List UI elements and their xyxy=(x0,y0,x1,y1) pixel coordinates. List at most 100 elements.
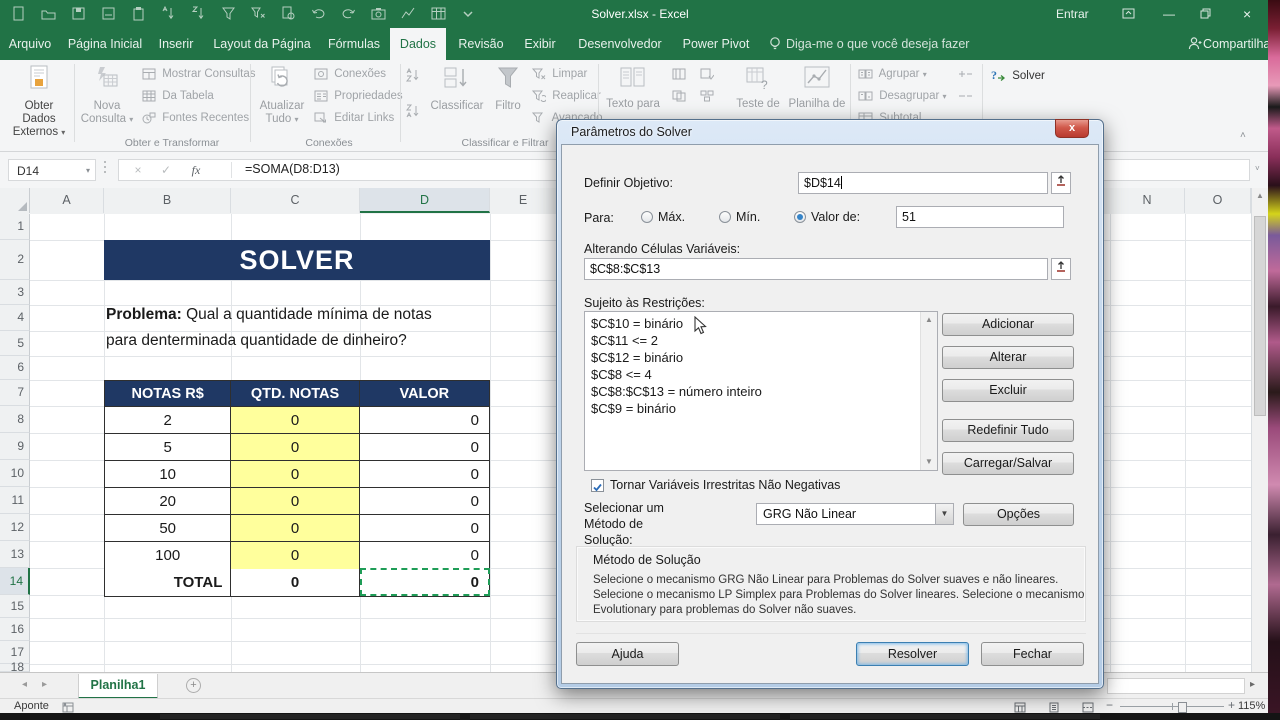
consolidate-icon[interactable] xyxy=(700,90,714,105)
remove-duplicates-icon[interactable] xyxy=(672,90,686,105)
restore-button[interactable] xyxy=(1200,8,1211,20)
change-button[interactable]: Alterar xyxy=(942,346,1074,369)
listbox-scroll-down-icon[interactable]: ▼ xyxy=(921,454,937,470)
row-header[interactable]: 1 xyxy=(0,214,30,240)
radio-value-of[interactable] xyxy=(794,211,806,223)
insert-function-icon[interactable]: fx xyxy=(185,160,207,180)
row-header[interactable]: 13 xyxy=(0,541,30,568)
column-header-a[interactable]: A xyxy=(30,188,104,213)
desagrupar-button[interactable]: Desagrupar ▾ xyxy=(858,90,947,105)
solve-button[interactable]: Resolver xyxy=(856,642,969,666)
dialog-close-button[interactable]: x xyxy=(1055,119,1089,138)
tab-layout[interactable]: Layout da Página xyxy=(206,28,318,60)
cell-qtd[interactable]: 0 xyxy=(231,515,360,542)
column-header-d[interactable]: D xyxy=(360,188,490,213)
help-button[interactable]: Ajuda xyxy=(576,642,679,666)
select-all-corner[interactable] xyxy=(0,188,30,213)
row-header[interactable]: 11 xyxy=(0,487,30,514)
tab-exibir[interactable]: Exibir xyxy=(516,28,564,60)
solver-button[interactable]: ? Solver xyxy=(990,68,1045,85)
row-header[interactable]: 6 xyxy=(0,356,30,380)
solver-banner-cell[interactable]: SOLVER xyxy=(104,240,490,280)
non-negative-label[interactable]: Tornar Variáveis Irrestritas Não Negativ… xyxy=(610,478,840,492)
tab-desenvolvedor[interactable]: Desenvolvedor xyxy=(570,28,670,60)
cell-nota[interactable]: 2 xyxy=(105,407,232,434)
options-button[interactable]: Opções xyxy=(963,503,1074,526)
reset-all-button[interactable]: Redefinir Tudo xyxy=(942,419,1074,442)
row-header[interactable]: 3 xyxy=(0,280,30,305)
column-header-e[interactable]: E xyxy=(490,188,557,213)
cell-nota[interactable]: 50 xyxy=(105,515,232,542)
header-notas[interactable]: NOTAS R$ xyxy=(105,381,232,407)
add-button[interactable]: Adicionar xyxy=(942,313,1074,336)
hscroll-right-icon[interactable]: ▸ xyxy=(1250,679,1255,690)
cancel-formula-icon[interactable]: × xyxy=(127,160,149,180)
non-negative-checkbox[interactable] xyxy=(591,479,604,492)
scrollbar-thumb[interactable] xyxy=(1254,216,1266,416)
zoom-slider[interactable] xyxy=(1120,702,1224,713)
zoom-level[interactable]: 115% xyxy=(1238,700,1265,712)
close-dialog-button[interactable]: Fechar xyxy=(981,642,1084,666)
zoom-in-icon[interactable]: + xyxy=(1228,698,1235,712)
row-header[interactable]: 8 xyxy=(0,406,30,433)
cell-valor[interactable]: 0 xyxy=(359,488,489,515)
radio-max[interactable] xyxy=(641,211,653,223)
row-header[interactable]: 14 xyxy=(0,568,30,595)
tab-inserir[interactable]: Inserir xyxy=(152,28,200,60)
combobox-dropdown-icon[interactable]: ▼ xyxy=(935,504,953,524)
listbox-scroll-up-icon[interactable]: ▲ xyxy=(921,312,937,328)
sign-in-button[interactable]: Entrar xyxy=(1056,0,1089,28)
sheet-tab-planilha1[interactable]: Planilha1 xyxy=(78,674,158,699)
tab-formulas[interactable]: Fórmulas xyxy=(324,28,384,60)
cell-qtd[interactable]: 0 xyxy=(231,542,360,569)
tab-pagina-inicial[interactable]: Página Inicial xyxy=(58,28,152,60)
column-header-c[interactable]: C xyxy=(231,188,360,213)
planilha-de-previsao-button[interactable]: Planilha de xyxy=(788,63,846,111)
constraint-item[interactable]: $C$11 <= 2 xyxy=(585,332,920,349)
sort-az-button[interactable] xyxy=(405,67,424,85)
cell-nota[interactable]: 10 xyxy=(105,461,232,488)
sheet-nav-right-icon[interactable]: ▸ xyxy=(42,679,47,690)
column-header-o[interactable]: O xyxy=(1185,188,1251,213)
tab-power-pivot[interactable]: Power Pivot xyxy=(676,28,756,60)
show-detail-icon[interactable] xyxy=(958,68,973,83)
delete-button[interactable]: Excluir xyxy=(942,379,1074,402)
row-header[interactable]: 10 xyxy=(0,460,30,487)
mostrar-consultas-button[interactable]: Mostrar Consultas xyxy=(142,68,256,83)
cell-total-qtd[interactable]: 0 xyxy=(231,569,360,596)
flash-fill-icon[interactable] xyxy=(672,68,686,83)
header-qtd[interactable]: QTD. NOTAS xyxy=(231,381,360,407)
row-header[interactable]: 7 xyxy=(0,380,30,406)
cell-qtd[interactable]: 0 xyxy=(231,407,360,434)
agrupar-button[interactable]: Agrupar ▾ xyxy=(858,68,927,83)
row-header[interactable]: 5 xyxy=(0,331,30,356)
cell-valor[interactable]: 0 xyxy=(359,461,489,488)
objective-input[interactable]: $D$14 xyxy=(798,172,1048,194)
constraint-item[interactable]: $C$10 = binário xyxy=(585,315,920,332)
teste-de-hipoteses-button[interactable]: ? Teste de xyxy=(732,63,784,111)
variables-input[interactable]: $C$8:$C$13 xyxy=(584,258,1048,280)
limpar-button[interactable]: Limpar xyxy=(531,68,587,83)
da-tabela-button[interactable]: Da Tabela xyxy=(142,90,214,105)
close-button[interactable]: × xyxy=(1243,0,1251,28)
cell-total-label[interactable]: TOTAL xyxy=(105,569,232,596)
minimize-button[interactable]: — xyxy=(1163,0,1175,28)
cell-valor[interactable]: 0 xyxy=(360,542,489,569)
row-header[interactable]: 16 xyxy=(0,618,30,641)
radio-min[interactable] xyxy=(719,211,731,223)
column-header-n[interactable]: N xyxy=(1110,188,1185,213)
tab-revisao[interactable]: Revisão xyxy=(452,28,510,60)
cell-nota[interactable]: 5 xyxy=(105,434,232,461)
row-header[interactable]: 2 xyxy=(0,240,30,280)
cell-nota[interactable]: 20 xyxy=(105,488,232,515)
tab-arquivo[interactable]: Arquivo xyxy=(8,28,52,60)
obter-dados-externos-button[interactable]: Obter Dados Externos ▾ xyxy=(8,63,70,139)
radio-min-label[interactable]: Mín. xyxy=(736,210,760,224)
conexoes-button[interactable]: Conexões xyxy=(314,68,386,83)
ribbon-collapse-chevron-icon[interactable]: ˄ xyxy=(1240,130,1246,141)
header-valor[interactable]: VALOR xyxy=(359,381,489,407)
atualizar-tudo-button[interactable]: Atualizar Tudo ▾ xyxy=(254,63,310,126)
cell-qtd[interactable]: 0 xyxy=(231,461,360,488)
zoom-slider-thumb[interactable] xyxy=(1178,702,1187,713)
nova-consulta-button[interactable]: Nova Consulta ▾ xyxy=(78,63,136,126)
